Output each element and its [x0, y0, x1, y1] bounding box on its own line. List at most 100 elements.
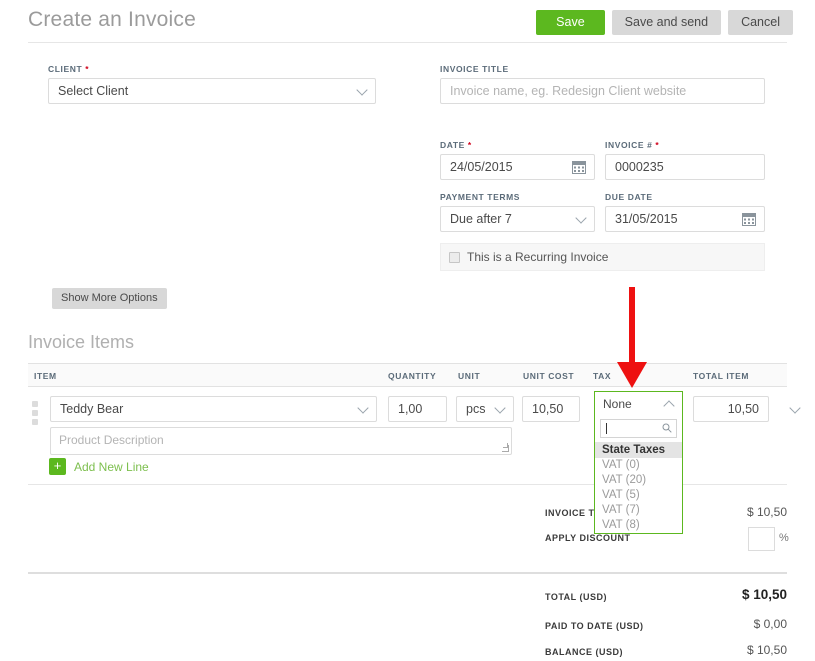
required-asterisk: * [82, 64, 90, 74]
due-date-value: 31/05/2015 [615, 212, 678, 226]
payment-terms-select[interactable]: Due after 7 [440, 206, 595, 232]
save-button[interactable]: Save [536, 10, 605, 35]
tax-search-input[interactable] [600, 419, 677, 438]
recurring-invoice-label: This is a Recurring Invoice [467, 250, 609, 264]
invoice-title-label: INVOICE TITLE [440, 64, 509, 74]
tax-dropdown[interactable]: None State Taxes VAT (0) VAT (20) VAT (5… [594, 391, 683, 534]
balance-value: $ 10,50 [746, 643, 787, 657]
total-usd-label: TOTAL (USD) [545, 592, 607, 602]
save-and-send-button[interactable]: Save and send [611, 10, 722, 35]
date-field-group: DATE * 24/05/2015 [440, 140, 595, 180]
column-header-unit: UNIT [458, 371, 481, 381]
item-select-value: Teddy Bear [60, 402, 124, 416]
due-date-label: DUE DATE [605, 192, 653, 202]
total-item-input[interactable]: 10,50 [693, 396, 769, 422]
page-header: Create an Invoice Save Save and send Can… [0, 0, 815, 47]
recurring-invoice-checkbox[interactable] [449, 251, 460, 263]
unit-cell: pcs [456, 396, 514, 422]
plus-icon: + [49, 458, 66, 475]
due-date-field-group: DUE DATE 31/05/2015 [605, 192, 765, 232]
apply-discount-label: APPLY DISCOUNT [545, 533, 631, 543]
total-usd-value: $ 10,50 [741, 587, 787, 602]
chevron-down-icon [357, 402, 369, 414]
add-new-line-button[interactable]: + Add New Line [49, 458, 149, 475]
tax-option-vat-20[interactable]: VAT (20) [595, 473, 682, 488]
item-select[interactable]: Teddy Bear [50, 396, 377, 422]
invoice-title-field-group: INVOICE TITLE Invoice name, eg. Redesign… [440, 64, 765, 104]
text-cursor [606, 423, 607, 434]
unit-cost-input[interactable]: 10,50 [522, 396, 580, 422]
tax-dropdown-toggle[interactable]: None [595, 392, 682, 416]
red-down-arrow-icon [629, 287, 635, 365]
product-description-textarea[interactable]: Product Description [50, 427, 512, 455]
unit-value: pcs [466, 402, 486, 416]
tax-option-vat-5[interactable]: VAT (5) [595, 488, 682, 503]
unit-select[interactable]: pcs [456, 396, 514, 422]
recurring-invoice-row[interactable]: This is a Recurring Invoice [440, 243, 765, 271]
column-header-unit-cost: UNIT COST [523, 371, 575, 381]
item-cell: Teddy Bear [50, 396, 377, 422]
paid-to-date-label: PAID TO DATE (USD) [545, 621, 644, 631]
payment-terms-field-group: PAYMENT TERMS Due after 7 [440, 192, 595, 232]
calendar-icon[interactable] [572, 160, 586, 174]
totals-divider [28, 572, 787, 574]
invoice-number-field-group: INVOICE # * 0000235 [605, 140, 765, 180]
invoice-number-value: 0000235 [615, 160, 664, 174]
quantity-input[interactable]: 1,00 [388, 396, 447, 422]
paid-to-date-value: $ 0,00 [753, 617, 787, 631]
quantity-value: 1,00 [398, 402, 423, 416]
invoice-title-input[interactable]: Invoice name, eg. Redesign Client websit… [440, 78, 765, 104]
date-label: DATE * [440, 140, 472, 150]
drag-handle-icon[interactable] [32, 401, 39, 428]
unit-cost-cell: 10,50 [522, 396, 580, 422]
due-date-input[interactable]: 31/05/2015 [605, 206, 765, 232]
payment-terms-label: PAYMENT TERMS [440, 192, 521, 202]
add-new-line-label: Add New Line [74, 459, 149, 474]
invoice-title-placeholder: Invoice name, eg. Redesign Client websit… [450, 84, 687, 98]
tax-search-wrapper [595, 416, 682, 442]
tax-selected-value: None [603, 397, 632, 411]
date-input[interactable]: 24/05/2015 [440, 154, 595, 180]
resize-grip-icon[interactable] [502, 443, 509, 452]
tax-option-vat-7[interactable]: VAT (7) [595, 503, 682, 518]
chevron-down-icon [789, 402, 801, 414]
total-item-dropdown-toggle[interactable] [783, 396, 805, 422]
invoice-total-value: $ 10,50 [746, 505, 787, 519]
total-item-value: 10,50 [727, 402, 759, 416]
tax-option-vat-8[interactable]: VAT (8) [595, 518, 682, 533]
column-header-tax: TAX [593, 371, 612, 381]
client-select[interactable]: Select Client [48, 78, 376, 104]
calendar-icon[interactable] [742, 212, 756, 226]
chevron-down-icon [356, 84, 368, 96]
chevron-down-icon [575, 212, 587, 224]
apply-discount-input[interactable] [748, 527, 775, 551]
invoice-number-label: INVOICE # * [605, 140, 660, 150]
balance-label: BALANCE (USD) [545, 647, 623, 657]
payment-terms-value: Due after 7 [450, 212, 512, 226]
column-header-quantity: QUANTITY [388, 371, 437, 381]
magnifier-icon [662, 423, 672, 433]
chevron-up-icon [663, 400, 675, 412]
product-description-placeholder: Product Description [59, 433, 164, 447]
header-divider [28, 42, 787, 43]
header-actions: Save Save and send Cancel [536, 10, 793, 35]
column-header-total-item: TOTAL ITEM [693, 371, 750, 381]
required-asterisk: * [464, 140, 472, 150]
client-field-group: CLIENT * Select Client [48, 64, 376, 104]
column-header-item: ITEM [34, 371, 57, 381]
total-item-cell: 10,50 [693, 396, 769, 422]
date-value: 24/05/2015 [450, 160, 513, 174]
cancel-button[interactable]: Cancel [728, 10, 793, 35]
invoice-items-title: Invoice Items [28, 332, 135, 352]
quantity-cell: 1,00 [388, 396, 447, 422]
description-cell: Product Description [50, 427, 512, 455]
client-select-value: Select Client [58, 84, 129, 98]
tax-option-vat-0[interactable]: VAT (0) [595, 458, 682, 473]
invoice-number-input[interactable]: 0000235 [605, 154, 765, 180]
red-down-arrow-head-icon [617, 362, 647, 388]
unit-cost-value: 10,50 [532, 402, 564, 416]
chevron-down-icon [494, 402, 506, 414]
show-more-options-button[interactable]: Show More Options [52, 288, 167, 309]
tax-option-group-header: State Taxes [595, 442, 682, 458]
table-header-row: ITEM QUANTITY UNIT UNIT COST TAX TOTAL I… [28, 363, 787, 387]
